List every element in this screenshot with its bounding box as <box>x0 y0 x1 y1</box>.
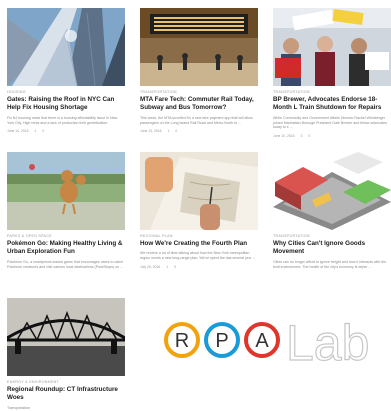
article-category[interactable]: Transportation <box>273 90 391 95</box>
article-category[interactable]: Regional Plan <box>140 234 258 239</box>
article-meta: July 26, 2016 1 0 <box>140 265 258 269</box>
article-thumbnail[interactable] <box>7 8 125 86</box>
article-category[interactable]: Transportation <box>140 90 258 95</box>
article-title[interactable]: Why Cities Can't Ignore Goods Movement <box>273 240 391 257</box>
logo-letter-r: R <box>175 330 189 352</box>
article-category[interactable]: Housing <box>7 90 125 95</box>
article-title[interactable]: BP Brewer, Advocates Endorse 18-Month L … <box>273 96 391 113</box>
article-card[interactable]: Transportation MTA Fare Tech: Commuter R… <box>140 8 258 133</box>
comments-count: 0 <box>42 129 45 134</box>
article-card[interactable]: Regional Plan How We're Creating the Fou… <box>140 152 258 269</box>
comments-count: 0 <box>308 134 311 139</box>
article-card[interactable]: Transportation BP Brewer, Advocates Endo… <box>273 8 391 138</box>
article-excerpt: This week, the MTA unveiled it's a new f… <box>140 115 253 125</box>
article-meta: June 14, 2016 1 0 <box>7 129 125 133</box>
article-meta: June 13, 2016 1 0 <box>140 129 258 133</box>
likes-count: 1 <box>167 129 170 134</box>
article-title[interactable]: Regional Roundup: CT Infrastructure Woes <box>7 386 125 403</box>
article-card[interactable]: Energy & Environment Regional Roundup: C… <box>7 298 125 411</box>
article-meta: June 10, 2016 3 0 <box>273 134 391 138</box>
article-date: June 14, 2016 <box>7 129 29 134</box>
article-title[interactable]: Gates: Raising the Roof in NYC Can Help … <box>7 96 125 113</box>
comments-count: 0 <box>174 265 176 269</box>
article-thumbnail[interactable] <box>140 152 258 230</box>
article-excerpt: Fix NJ housing news that there is a hous… <box>7 115 118 125</box>
logo-word-lab: Lab <box>286 315 369 368</box>
article-card[interactable]: Transportation Why Cities Can't Ignore G… <box>273 152 391 269</box>
article-title[interactable]: Pokémon Go: Making Healthy Living & Urba… <box>7 240 125 257</box>
rpa-lab-logo: R P A Lab <box>160 312 390 372</box>
article-thumbnail[interactable] <box>7 152 125 230</box>
article-title[interactable]: How We're Creating the Fourth Plan <box>140 240 258 248</box>
article-thumbnail[interactable] <box>273 152 391 230</box>
article-excerpt: While Community and Government Affairs D… <box>273 115 387 130</box>
article-card[interactable]: Housing Gates: Raising the Roof in NYC C… <box>7 8 125 133</box>
article-title[interactable]: MTA Fare Tech: Commuter Rail Today, Subw… <box>140 96 258 113</box>
article-excerpt: Pokémon Go, a smartphone-based game that… <box>7 259 124 269</box>
article-category[interactable]: Energy & Environment <box>7 380 125 385</box>
article-card[interactable]: Parks & Open Space Pokémon Go: Making He… <box>7 152 125 269</box>
comments-count: 0 <box>175 129 178 134</box>
article-thumbnail[interactable] <box>140 8 258 86</box>
article-date: July 26, 2016 <box>140 265 161 269</box>
likes-count: 1 <box>34 129 37 134</box>
likes-count: 3 <box>300 134 303 139</box>
article-date: June 10, 2016 <box>273 134 295 139</box>
article-excerpt: Cities can no longer afford to ignore fr… <box>273 259 387 269</box>
article-date: June 13, 2016 <box>140 129 162 134</box>
likes-count: 1 <box>166 265 169 269</box>
article-excerpt: Transportation <box>7 405 31 410</box>
article-category[interactable]: Parks & Open Space <box>7 234 125 239</box>
logo-letter-p: P <box>215 330 228 352</box>
article-excerpt: We receive a lot of time talking about h… <box>140 251 255 261</box>
article-category[interactable]: Transportation <box>273 234 391 239</box>
article-thumbnail[interactable] <box>7 298 125 376</box>
article-thumbnail[interactable] <box>273 8 391 86</box>
logo-letter-a: A <box>255 330 269 352</box>
